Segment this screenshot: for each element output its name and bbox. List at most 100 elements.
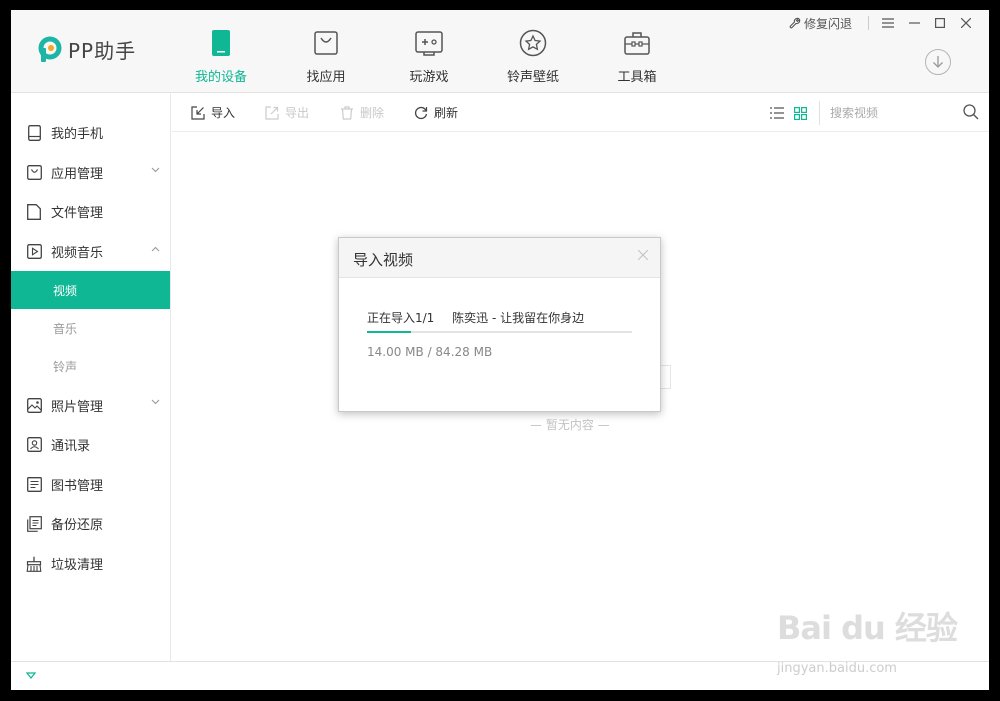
book-icon [25, 475, 43, 493]
sidebar-item-book-management[interactable]: 图书管理 [11, 465, 170, 505]
nav-label: 工具箱 [617, 70, 657, 85]
sidebar-subitem-ringtone[interactable]: 铃声 [11, 347, 170, 385]
import-label: 导入 [211, 106, 236, 120]
close-button[interactable] [953, 14, 979, 32]
repair-label: 修复闪退 [803, 16, 852, 31]
nav-toolbox[interactable]: 工具箱 [587, 28, 687, 85]
nav-find-app[interactable]: 找应用 [276, 28, 376, 85]
sidebar-item-label: 备份还原 [51, 518, 104, 534]
menu-icon [882, 18, 894, 28]
sidebar-subitem-video[interactable]: 视频 [11, 271, 170, 310]
sidebar-subitem-music[interactable]: 音乐 [11, 309, 170, 347]
menu-button[interactable] [875, 14, 901, 32]
minimize-icon [908, 22, 920, 24]
import-file-name: 陈奕迅 - 让我留在你身边 [452, 311, 585, 325]
window-controls: 修复闪退 [789, 14, 979, 32]
sidebar-item-video-music[interactable]: 视频音乐 [11, 232, 170, 272]
watermark-url: jingyan.baidu.com [777, 661, 897, 676]
list-view-icon [770, 107, 784, 119]
dialog-close-icon[interactable] [638, 250, 648, 260]
import-size: 14.00 MB / 84.28 MB [367, 345, 493, 359]
import-video-dialog: 导入视频 正在导入1/1 陈奕迅 - 让我留在你身边 14.00 MB / 84… [338, 237, 661, 412]
import-icon [191, 105, 205, 120]
app-window: PP助手 我的设备 找应用 玩游戏 铃声壁纸 工具箱 修复闪退 我的手机 应用管… [11, 10, 989, 690]
nav-label: 玩游戏 [409, 70, 449, 85]
sidebar-item-contacts[interactable]: 通讯录 [11, 425, 170, 465]
chevron-up-icon [151, 246, 160, 252]
chevron-down-icon [151, 167, 160, 172]
broom-icon [25, 555, 43, 573]
app-logo: PP助手 [36, 35, 136, 64]
watermark-logo: Bai du 经验 [777, 609, 958, 647]
pp-logo-icon [36, 36, 64, 64]
bag-icon [276, 28, 376, 58]
app-name: PP助手 [68, 39, 137, 63]
maximize-icon [935, 18, 945, 28]
import-status: 正在导入1/1 陈奕迅 - 让我留在你身边 [367, 309, 584, 326]
sidebar-item-my-phone[interactable]: 我的手机 [11, 113, 170, 153]
sidebar-item-photo-management[interactable]: 照片管理 [11, 385, 170, 425]
minimize-button[interactable] [901, 14, 927, 32]
sidebar-item-app-management[interactable]: 应用管理 [11, 153, 170, 193]
download-arrow-icon [933, 56, 943, 68]
header: PP助手 我的设备 找应用 玩游戏 铃声壁纸 工具箱 修复闪退 [11, 10, 989, 93]
import-button[interactable]: 导入 [191, 104, 235, 121]
divider [868, 16, 869, 30]
dialog-title: 导入视频 [353, 251, 414, 269]
image-icon [25, 396, 43, 414]
nav-play-games[interactable]: 玩游戏 [379, 28, 479, 85]
folder-icon [25, 203, 43, 221]
toolbox-icon [587, 28, 687, 58]
sidebar-item-label: 垃圾清理 [51, 558, 104, 574]
gamepad-icon [379, 28, 479, 58]
star-icon [483, 28, 583, 58]
export-label: 导出 [285, 106, 310, 120]
refresh-label: 刷新 [434, 106, 459, 120]
nav-label: 铃声壁纸 [506, 70, 559, 85]
sidebar-item-label: 视频音乐 [51, 246, 104, 262]
empty-state-text: — 暂无内容 — [530, 418, 610, 432]
import-count: 正在导入1/1 [367, 311, 435, 325]
sidebar-item-label: 照片管理 [51, 399, 104, 415]
delete-button[interactable]: 删除 [340, 104, 384, 121]
search-icon[interactable] [963, 104, 979, 120]
sidebar-item-label: 文件管理 [51, 206, 104, 222]
refresh-button[interactable]: 刷新 [414, 104, 458, 121]
progress-fill [367, 331, 411, 333]
wrench-icon [789, 17, 801, 29]
baidu-watermark: Bai du 经验 jingyan.baidu.com [777, 603, 958, 676]
export-icon [265, 105, 279, 120]
bag-icon [25, 163, 43, 181]
download-manager-button[interactable] [925, 49, 951, 75]
search-box [819, 101, 979, 125]
nav-ringtone-wallpaper[interactable]: 铃声壁纸 [483, 28, 583, 85]
phone-icon [171, 28, 271, 58]
repair-crash-button[interactable]: 修复闪退 [789, 15, 852, 32]
search-input[interactable] [830, 104, 950, 122]
sidebar-item-label: 图书管理 [51, 478, 104, 494]
sidebar: 我的手机 应用管理 文件管理 视频音乐 视频 音乐 铃声 照片管理 通讯录 图书… [11, 94, 171, 661]
grid-view-button[interactable] [794, 105, 808, 124]
expand-triangle-icon[interactable] [26, 672, 36, 679]
trash-icon [341, 105, 353, 120]
grid-view-icon [794, 107, 808, 121]
list-view-button[interactable] [770, 105, 784, 124]
sidebar-item-label: 我的手机 [51, 127, 104, 143]
view-toggle [770, 105, 817, 124]
refresh-icon [414, 106, 428, 119]
backup-icon [25, 515, 43, 533]
toolbar: 导入 导出 删除 刷新 [172, 94, 989, 132]
nav-my-device[interactable]: 我的设备 [171, 28, 271, 85]
maximize-button[interactable] [927, 14, 953, 32]
sidebar-item-junk-cleanup[interactable]: 垃圾清理 [11, 544, 170, 584]
nav-label: 找应用 [306, 70, 346, 85]
contacts-icon [25, 436, 43, 454]
phone-icon [25, 124, 43, 142]
play-icon [25, 243, 43, 261]
sidebar-item-file-management[interactable]: 文件管理 [11, 192, 170, 232]
delete-label: 删除 [360, 106, 385, 120]
close-icon [961, 18, 971, 28]
sidebar-item-backup-restore[interactable]: 备份还原 [11, 504, 170, 544]
dialog-header: 导入视频 [339, 238, 660, 278]
export-button[interactable]: 导出 [265, 104, 309, 121]
